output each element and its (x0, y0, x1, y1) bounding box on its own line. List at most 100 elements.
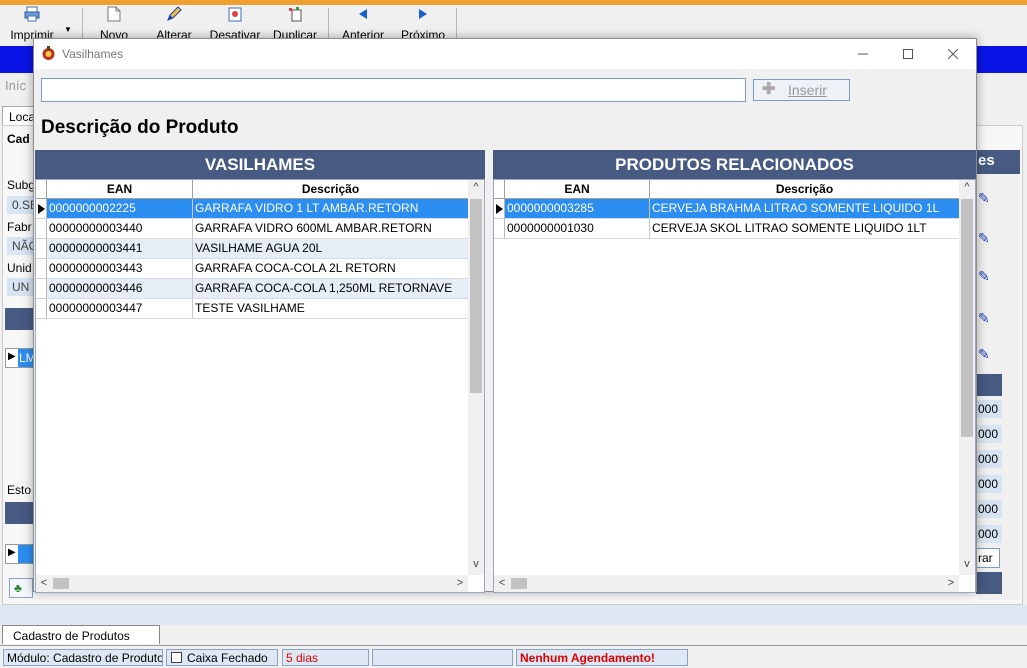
scroll-up-icon[interactable]: ^ (959, 181, 975, 193)
background-grid-header (5, 308, 35, 330)
add-user-icon: ♣ (14, 581, 22, 595)
cell-ean[interactable]: 0000000001030 (505, 219, 650, 239)
cash-checkbox[interactable] (171, 652, 182, 663)
cell-descricao[interactable]: GARRAFA COCA-COLA 1,250ML RETORNAVE (193, 279, 469, 299)
pencil-icon[interactable]: ✎ (978, 190, 990, 207)
print-dropdown-icon[interactable]: ▼ (64, 25, 72, 34)
background-values-header (976, 374, 1002, 396)
manufacturer-field[interactable]: NÃO (7, 237, 38, 255)
row-indicator[interactable] (494, 199, 505, 219)
cell-ean[interactable]: 00000000003443 (47, 259, 193, 279)
arrow-left-icon (355, 6, 371, 22)
new-document-icon (106, 6, 122, 22)
cell-descricao[interactable]: CERVEJA BRAHMA LITRAO SOMENTE LIQUIDO 1L (650, 199, 960, 219)
column-header-ean[interactable]: EAN (47, 180, 193, 199)
subgroup-label: Subg (7, 178, 36, 192)
toolbar-separator (82, 8, 83, 42)
maximize-button[interactable] (885, 39, 930, 69)
cell-descricao[interactable]: TESTE VASILHAME (193, 299, 469, 319)
cell-ean[interactable]: 00000000003446 (47, 279, 193, 299)
scroll-up-icon[interactable]: ^ (468, 181, 484, 193)
breadcrumb[interactable]: Iníc (5, 78, 26, 93)
background-right-button[interactable]: rar (976, 548, 1000, 568)
toolbar-separator (456, 8, 457, 42)
cell-descricao[interactable]: VASILHAME AGUA 20L (193, 239, 469, 259)
tab-cadastro-de-produtos[interactable]: Cadastro de Produtos (2, 625, 160, 644)
cell-ean[interactable]: 00000000003441 (47, 239, 193, 259)
scroll-down-icon[interactable]: v (959, 558, 975, 570)
vertical-scrollbar[interactable]: ^ v (959, 180, 975, 575)
status-cash-label: Caixa Fechado (187, 651, 268, 665)
background-value: 000 (976, 525, 1002, 543)
background-grid-row[interactable]: ▶ LM (5, 348, 36, 368)
row-indicator[interactable] (36, 219, 47, 239)
pencil-icon[interactable]: ✎ (978, 268, 990, 285)
unit-label: Unid (7, 261, 32, 275)
vasilhames-panel: VASILHAMES EAN Descrição 0000000002225 GA… (35, 150, 485, 593)
dialog-title: Vasilhames (62, 47, 124, 61)
add-user-button[interactable]: ♣ (9, 578, 33, 598)
pencil-icon[interactable]: ✎ (978, 230, 990, 247)
row-indicator[interactable] (36, 299, 47, 319)
cell-descricao[interactable]: GARRAFA COCA-COLA 2L RETORN (193, 259, 469, 279)
subgroup-field[interactable]: 0.SE (7, 196, 38, 214)
row-indicator[interactable] (36, 199, 47, 219)
tab-cadastro[interactable]: Cad (7, 132, 30, 146)
cell-ean[interactable]: 0000000003285 (505, 199, 650, 219)
vasilhames-grid[interactable]: EAN Descrição 0000000002225 GARRAFA VIDRO… (35, 179, 485, 593)
plus-icon: ✚ (762, 81, 776, 98)
column-header-descricao[interactable]: Descrição (193, 180, 469, 199)
toolbar-separator (328, 8, 329, 42)
search-input[interactable] (41, 78, 746, 102)
pencil-icon[interactable]: ✎ (978, 310, 990, 327)
row-indicator[interactable] (494, 219, 505, 239)
scroll-down-icon[interactable]: v (468, 558, 484, 570)
background-value: 000 (976, 400, 1002, 418)
stock-label: Esto (7, 483, 32, 497)
row-indicator[interactable] (36, 279, 47, 299)
scroll-right-icon[interactable]: > (452, 577, 468, 589)
row-indicator[interactable] (36, 239, 47, 259)
minimize-button[interactable] (840, 39, 885, 69)
column-header-ean[interactable]: EAN (505, 180, 650, 199)
scroll-right-icon[interactable]: > (943, 577, 959, 589)
vasilhames-dialog: Vasilhames ✚ Inserir Descrição do Produt… (33, 38, 977, 593)
scroll-thumb[interactable] (961, 199, 973, 437)
background-value: 000 (976, 500, 1002, 518)
cell-descricao[interactable]: CERVEJA SKOL LITRAO SOMENTE LIQUIDO 1LT (650, 219, 960, 239)
dialog-titlebar[interactable]: Vasilhames (34, 39, 976, 69)
cell-ean[interactable]: 0000000002225 (47, 199, 193, 219)
row-pointer-icon (38, 204, 45, 214)
minimize-icon (857, 53, 868, 55)
scroll-thumb[interactable] (470, 199, 482, 393)
product-description-title: Descrição do Produto (41, 117, 239, 138)
scroll-thumb[interactable] (511, 578, 527, 589)
background-stock-header (5, 502, 35, 524)
scroll-left-icon[interactable]: < (36, 577, 52, 589)
status-days: 5 dias (282, 649, 369, 666)
unit-field[interactable]: UN (7, 278, 35, 296)
cell-descricao[interactable]: GARRAFA VIDRO 600ML AMBAR.RETORN (193, 219, 469, 239)
status-cash: Caixa Fechado (166, 649, 278, 666)
scroll-thumb[interactable] (53, 578, 69, 589)
cell-ean[interactable]: 00000000003447 (47, 299, 193, 319)
pencil-icon[interactable]: ✎ (978, 346, 990, 363)
insert-button[interactable]: ✚ Inserir (753, 79, 850, 101)
tab-local[interactable]: Loca (2, 106, 36, 126)
background-right-header: es (976, 150, 1020, 174)
cell-descricao[interactable]: GARRAFA VIDRO 1 LT AMBAR.RETORN (193, 199, 469, 219)
produtos-relacionados-grid[interactable]: EAN Descrição 0000000003285 CERVEJA BRAHM… (493, 179, 976, 593)
horizontal-scrollbar[interactable]: < > (494, 575, 959, 592)
background-stock-row[interactable]: ▶ (5, 544, 35, 564)
horizontal-scrollbar[interactable]: < > (36, 575, 468, 592)
vertical-scrollbar[interactable]: ^ v (468, 180, 484, 575)
row-indicator[interactable] (36, 259, 47, 279)
row-pointer-icon (496, 204, 503, 214)
row-indicator-header (36, 180, 47, 199)
cell-ean[interactable]: 00000000003440 (47, 219, 193, 239)
scroll-left-icon[interactable]: < (494, 577, 510, 589)
column-header-descricao[interactable]: Descrição (650, 180, 960, 199)
pencil-icon (166, 6, 182, 22)
close-button[interactable] (930, 39, 975, 69)
close-icon (947, 49, 958, 59)
